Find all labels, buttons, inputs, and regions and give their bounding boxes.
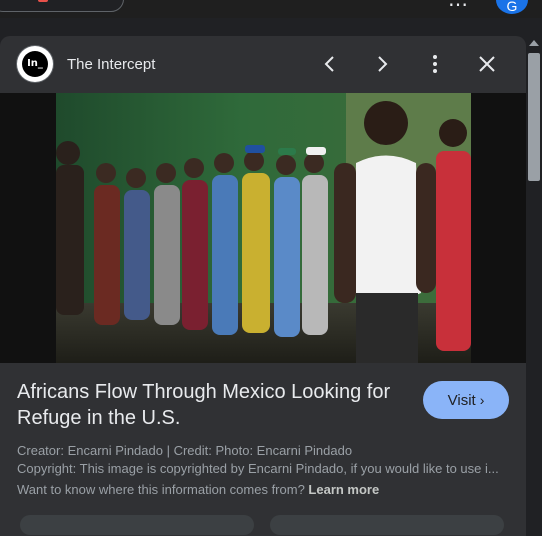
close-button[interactable]	[473, 50, 501, 78]
more-options-button[interactable]	[421, 50, 449, 78]
scroll-thumb[interactable]	[528, 53, 540, 181]
account-avatar[interactable]: G	[496, 0, 528, 14]
info-source-line: Want to know where this information come…	[17, 482, 507, 497]
info-question: Want to know where this information come…	[17, 482, 305, 497]
more-vert-icon	[433, 55, 437, 73]
chevron-right-icon: ›	[479, 392, 485, 408]
copyright-notice: Copyright: This image is copyrighted by …	[17, 461, 499, 476]
visit-button[interactable]: Visit ›	[423, 381, 509, 419]
source-logo-text: In_	[22, 51, 48, 77]
chevron-left-icon	[324, 56, 334, 72]
learn-more-link[interactable]: Learn more	[308, 482, 379, 497]
close-icon	[479, 56, 495, 72]
creator-credit: Creator: Encarni Pindado | Credit: Photo…	[17, 443, 353, 458]
preview-image-area[interactable]	[0, 93, 526, 363]
action-button-right[interactable]	[270, 515, 504, 535]
top-bar: ⋯ G	[0, 0, 542, 18]
panel-header: In_ The Intercept	[0, 36, 526, 92]
source-name[interactable]: The Intercept	[67, 56, 155, 73]
chevron-right-icon	[378, 56, 388, 72]
search-box[interactable]	[0, 0, 124, 12]
previous-button[interactable]	[316, 50, 344, 78]
preview-photo[interactable]	[56, 93, 471, 363]
result-title[interactable]: Africans Flow Through Mexico Looking for…	[17, 379, 397, 431]
next-button[interactable]	[368, 50, 396, 78]
scroll-up-arrow-icon[interactable]	[529, 40, 539, 46]
source-logo[interactable]: In_	[17, 46, 53, 82]
scrollbar[interactable]	[526, 36, 542, 523]
more-horiz-icon[interactable]: ⋯	[448, 0, 469, 17]
action-button-left[interactable]	[20, 515, 254, 535]
visit-button-label: Visit	[447, 392, 476, 409]
search-box-icon	[38, 0, 48, 2]
